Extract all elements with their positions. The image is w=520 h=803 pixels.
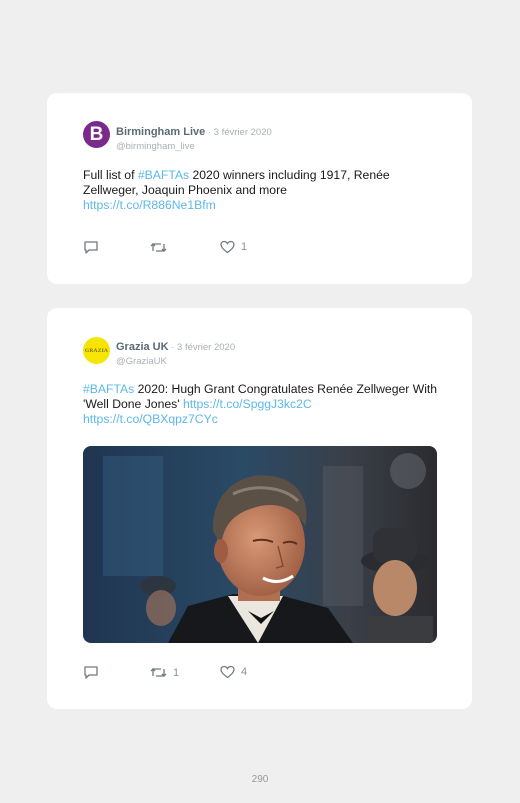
heart-icon: [220, 665, 235, 679]
tweet-actions: 1 4: [83, 665, 283, 681]
author-handle[interactable]: @GraziaUK: [116, 356, 235, 367]
tweet-url-link[interactable]: https://t.co/QBXqpz7CYc: [83, 412, 218, 426]
tweet-card: B Birmingham Live · 3 février 2020 @birm…: [47, 93, 472, 284]
tweet-url-link[interactable]: https://t.co/SpggJ3kc2C: [183, 397, 312, 411]
tweet-actions: 1: [83, 240, 283, 256]
avatar[interactable]: B: [83, 121, 110, 148]
author-name[interactable]: Grazia UK: [116, 341, 169, 353]
tweet-date[interactable]: · 3 février 2020: [169, 342, 235, 353]
tweet-text: #BAFTAs 2020: Hugh Grant Congratulates R…: [83, 382, 443, 427]
reply-icon: [84, 666, 98, 679]
retweet-icon: [150, 668, 167, 677]
retweet-count: 1: [173, 666, 180, 679]
tweet-header: Grazia UK · 3 février 2020 @GraziaUK: [116, 337, 235, 367]
tweet-text: Full list of #BAFTAs 2020 winners includ…: [83, 168, 443, 213]
reply-icon: [84, 241, 98, 254]
retweet-button[interactable]: [150, 240, 173, 255]
heart-icon: [220, 240, 235, 254]
hashtag-link[interactable]: #BAFTAs: [138, 168, 189, 182]
avatar-logo: GRAZIA: [84, 347, 109, 354]
reply-button[interactable]: [83, 665, 99, 680]
author-handle[interactable]: @birmingham_live: [116, 141, 272, 152]
tweet-text-part: Full list of: [83, 168, 138, 182]
tweet-header: Birmingham Live · 3 février 2020 @birmin…: [116, 122, 272, 152]
retweet-button[interactable]: 1: [150, 665, 179, 680]
avatar-letter: B: [89, 123, 104, 145]
retweet-icon: [150, 243, 167, 252]
tweet-url-link[interactable]: https://t.co/R886Ne1Bfm: [83, 198, 216, 212]
like-button[interactable]: 1: [220, 240, 247, 254]
like-count: 4: [241, 666, 248, 678]
like-count: 1: [241, 241, 248, 253]
author-name[interactable]: Birmingham Live: [116, 126, 205, 138]
avatar[interactable]: GRAZIA: [83, 337, 110, 364]
reply-button[interactable]: [83, 240, 99, 255]
hashtag-link[interactable]: #BAFTAs: [83, 382, 134, 396]
tweet-date[interactable]: · 3 février 2020: [205, 127, 272, 138]
page-number: 290: [251, 774, 269, 785]
tweet-photo[interactable]: [83, 446, 437, 643]
tweet-card: GRAZIA Grazia UK · 3 février 2020 @Grazi…: [47, 308, 472, 709]
photo-image: [83, 446, 437, 643]
like-button[interactable]: 4: [220, 665, 247, 679]
